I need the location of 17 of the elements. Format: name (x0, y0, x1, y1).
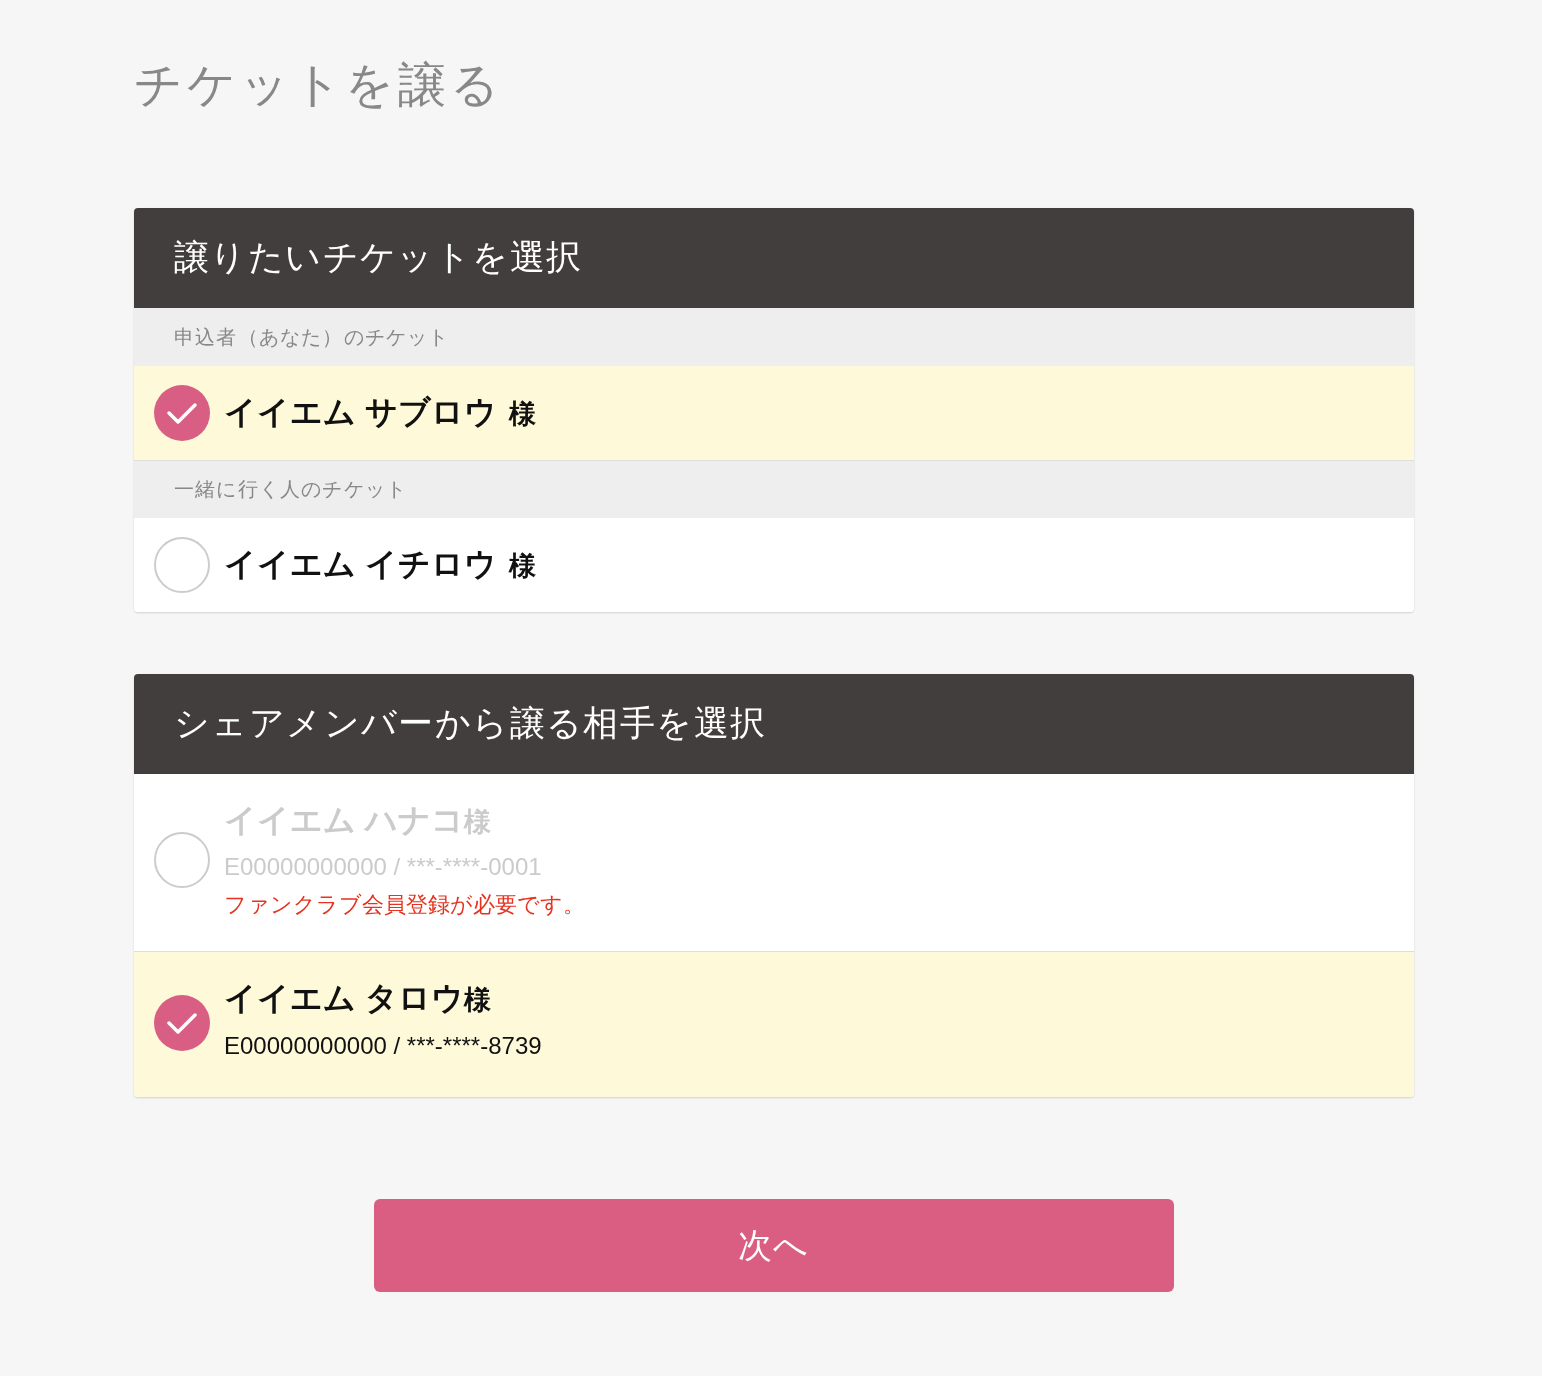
warning-text: ファンクラブ会員登録が必要です。 (224, 891, 585, 920)
checked-circle-icon[interactable] (154, 994, 210, 1051)
panel-heading: シェアメンバーから譲る相手を選択 (134, 673, 1414, 774)
member-option[interactable]: イイエム タロウ様 E00000000000 / ***-****-8739 (134, 951, 1414, 1098)
person-name: イイエム イチロウ 様 (224, 544, 536, 584)
ticket-option[interactable]: イイエム イチロウ 様 (134, 517, 1414, 612)
unchecked-circle-icon[interactable] (154, 536, 210, 593)
ticket-option[interactable]: イイエム サブロウ 様 (134, 365, 1414, 460)
panel-heading: 譲りたいチケットを選択 (134, 207, 1414, 308)
next-button[interactable]: 次へ (374, 1199, 1174, 1293)
checked-circle-icon[interactable] (154, 384, 210, 441)
person-name: イイエム サブロウ 様 (224, 392, 536, 432)
group-label: 申込者（あなた）のチケット (134, 307, 1414, 366)
group-label: 一緒に行く人のチケット (134, 459, 1414, 518)
page-title: チケットを譲る (134, 57, 503, 113)
member-info-text: E00000000000 / ***-****-8739 (224, 1030, 542, 1061)
person-name: イイエム タロウ様 (224, 979, 492, 1019)
